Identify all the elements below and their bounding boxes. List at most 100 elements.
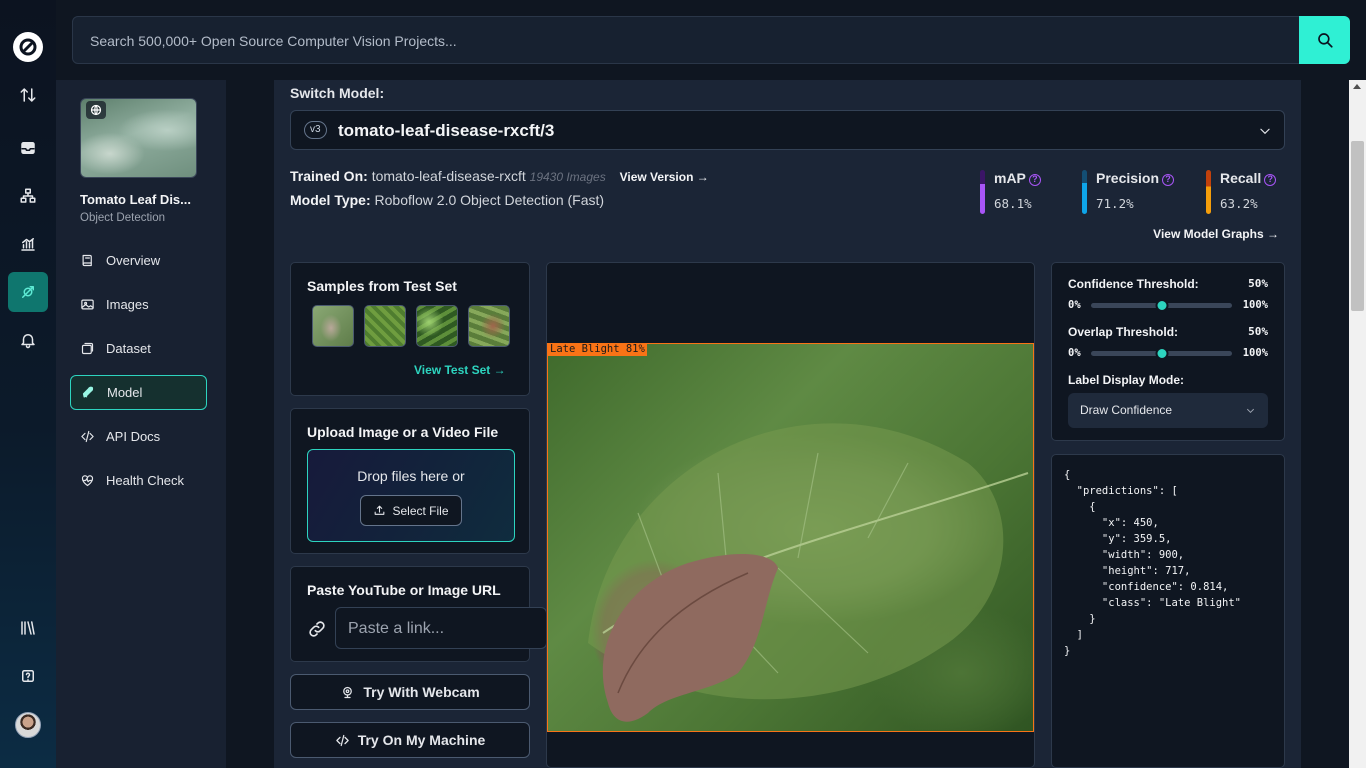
model-select[interactable]: v3 tomato-leaf-disease-rxcft/3 <box>290 110 1285 150</box>
project-thumbnail[interactable] <box>80 98 197 178</box>
nav-label: Overview <box>106 253 161 268</box>
help-circle-icon[interactable]: ? <box>1028 174 1041 186</box>
switch-model-label: Switch Model: <box>290 85 385 101</box>
nav-dataset[interactable]: Dataset <box>70 331 207 366</box>
nav-health-check[interactable]: Health Check <box>70 463 207 498</box>
url-title: Paste YouTube or Image URL <box>307 582 501 598</box>
sort-arrows-icon[interactable] <box>8 75 48 115</box>
selected-model: tomato-leaf-disease-rxcft/3 <box>338 121 555 140</box>
globe-icon <box>86 101 106 119</box>
sample-image[interactable] <box>416 305 458 347</box>
nav-images[interactable]: Images <box>70 287 207 322</box>
images-count: 19430 Images <box>529 170 606 184</box>
help-circle-icon[interactable]: ? <box>1162 174 1175 186</box>
overlap-value: 50% <box>1248 325 1268 338</box>
metric-label: Recall? <box>1220 170 1277 186</box>
trained-on-value: tomato-leaf-disease-rxcft <box>371 168 526 184</box>
detection-bounding-box: Late Blight 81% <box>547 343 1034 732</box>
inference-settings: Confidence Threshold: 50% 0% 100% Overla… <box>1051 262 1285 441</box>
sample-image[interactable] <box>312 305 354 347</box>
metric-value: 68.1% <box>994 196 1032 211</box>
scroll-up-icon[interactable] <box>1353 84 1361 89</box>
detection-label: Late Blight 81% <box>548 343 647 356</box>
json-output-panel: { "predictions": [ { "x": 450, "y": 359.… <box>1051 454 1285 768</box>
url-card: Paste YouTube or Image URL Paste a link.… <box>290 566 547 662</box>
upload-title: Upload Image or a Video File <box>307 424 499 440</box>
nav-label: Health Check <box>106 473 185 488</box>
chevron-down-icon <box>1246 408 1255 413</box>
model-panel: Switch Model: v3 tomato-leaf-disease-rxc… <box>274 80 1301 768</box>
global-search[interactable]: Search 500,000+ Open Source Computer Vis… <box>72 16 1350 64</box>
page-scrollbar[interactable] <box>1349 80 1366 768</box>
bell-icon[interactable] <box>8 320 48 360</box>
sample-image[interactable] <box>364 305 406 347</box>
sample-image[interactable] <box>468 305 510 347</box>
nav-label: API Docs <box>106 429 161 444</box>
overlap-label: Overlap Threshold: <box>1068 325 1179 339</box>
inference-viewer[interactable]: Late Blight 81% <box>546 262 1035 768</box>
search-button[interactable] <box>1299 16 1350 64</box>
try-on-machine-button[interactable]: Try On My Machine <box>290 722 530 758</box>
model-type-line: Model Type: Roboflow 2.0 Object Detectio… <box>290 192 604 208</box>
overlap-slider[interactable]: 0% 100% <box>1068 347 1268 361</box>
view-test-set-link[interactable]: View Test Set → <box>414 363 506 377</box>
dataset-icon <box>81 342 94 355</box>
nav-api-docs[interactable]: API Docs <box>70 419 207 454</box>
upload-card: Upload Image or a Video File Drop files … <box>290 408 530 554</box>
inbox-icon[interactable] <box>8 128 48 168</box>
user-avatar[interactable] <box>15 712 41 738</box>
nav-label: Model <box>107 385 143 400</box>
version-pill: v3 <box>304 121 327 139</box>
webcam-icon <box>343 686 353 698</box>
book-icon <box>82 254 92 267</box>
scrollbar-thumb[interactable] <box>1351 141 1364 311</box>
view-model-graphs-link[interactable]: View Model Graphs → <box>1153 227 1279 241</box>
nav-overview[interactable]: Overview <box>70 243 207 278</box>
display-mode-label: Label Display Mode: <box>1068 373 1185 387</box>
model-type-label: Model Type: <box>290 192 371 208</box>
url-input[interactable]: Paste a link... <box>335 607 547 649</box>
app-rail <box>0 0 56 768</box>
view-version-link[interactable]: View Version → <box>620 170 709 184</box>
try-webcam-button[interactable]: Try With Webcam <box>290 674 530 710</box>
metric-value: 63.2% <box>1220 196 1258 211</box>
search-input[interactable]: Search 500,000+ Open Source Computer Vis… <box>90 33 457 49</box>
samples-title: Samples from Test Set <box>307 278 457 294</box>
analytics-icon[interactable] <box>8 224 48 264</box>
code-icon <box>335 734 349 746</box>
overlap-slider-handle[interactable] <box>1155 347 1168 360</box>
project-type: Object Detection <box>80 212 166 224</box>
metric-label: Precision? <box>1096 170 1175 186</box>
confidence-label: Confidence Threshold: <box>1068 277 1199 291</box>
link-icon <box>309 621 325 637</box>
library-icon[interactable] <box>8 608 48 648</box>
json-output: { "predictions": [ { "x": 450, "y": 359.… <box>1064 469 1242 657</box>
metric-label: mAP? <box>994 170 1041 186</box>
map-bar <box>980 170 985 214</box>
upload-icon <box>375 505 385 515</box>
label-display-mode-select[interactable]: Draw Confidence <box>1068 393 1268 428</box>
recall-bar <box>1206 170 1211 214</box>
trained-on-label: Trained On: <box>290 168 368 184</box>
nav-label: Dataset <box>106 341 151 356</box>
confidence-slider[interactable]: 0% 100% <box>1068 299 1268 313</box>
precision-bar <box>1082 170 1087 214</box>
confidence-slider-handle[interactable] <box>1155 299 1168 312</box>
model-type-value: Roboflow 2.0 Object Detection (Fast) <box>374 192 605 208</box>
heart-pulse-icon <box>81 475 94 487</box>
trained-on-line: Trained On: tomato-leaf-disease-rxcft 19… <box>290 168 709 184</box>
deploy-icon[interactable] <box>8 272 48 312</box>
help-icon[interactable] <box>8 656 48 696</box>
rocket-icon <box>82 386 94 398</box>
select-file-button[interactable]: Select File <box>360 495 462 526</box>
drop-zone[interactable]: Drop files here or Select File <box>307 449 515 542</box>
help-circle-icon[interactable]: ? <box>1264 174 1277 186</box>
metric-value: 71.2% <box>1096 196 1134 211</box>
project-sidebar: Tomato Leaf Dis... Object Detection Over… <box>56 80 226 768</box>
confidence-value: 50% <box>1248 277 1268 290</box>
roboflow-logo-icon[interactable] <box>13 32 43 62</box>
nav-model[interactable]: Model <box>70 375 207 410</box>
samples-card: Samples from Test Set View Test Set → <box>290 262 530 396</box>
workflow-icon[interactable] <box>8 176 48 216</box>
code-icon <box>81 430 94 443</box>
